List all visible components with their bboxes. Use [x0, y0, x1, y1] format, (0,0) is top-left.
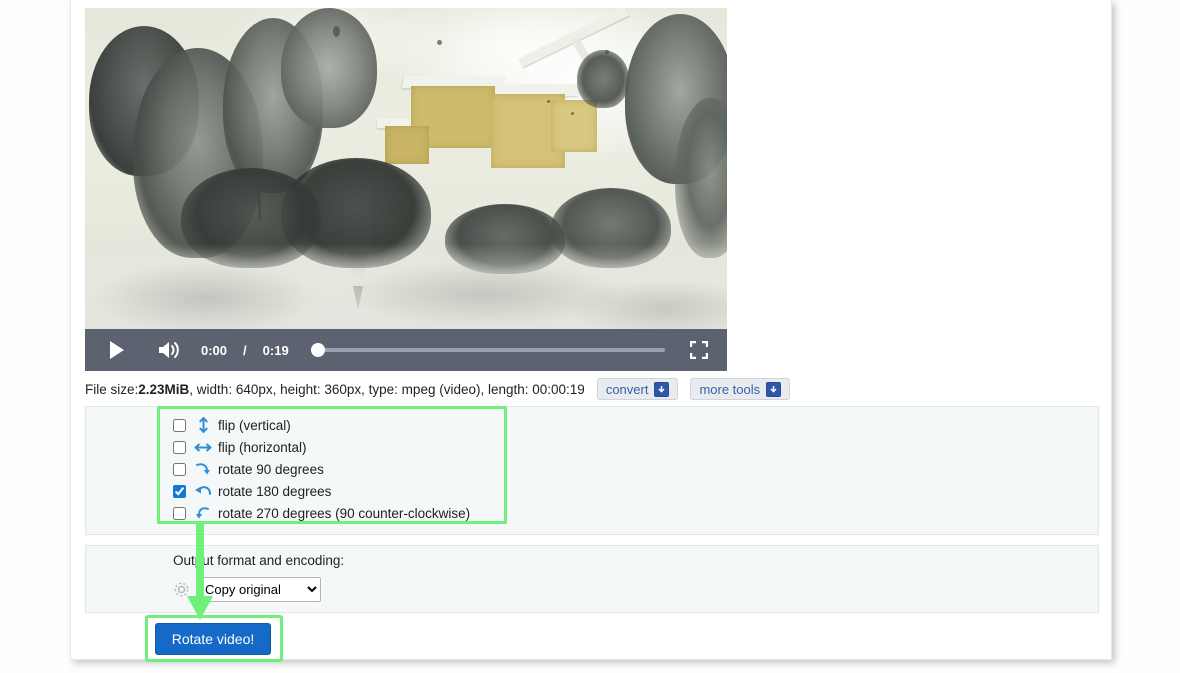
video-controls: 0:00 / 0:19 [85, 329, 727, 371]
seek-slider[interactable] [310, 329, 665, 371]
option-checkbox[interactable] [173, 462, 186, 476]
seek-handle[interactable] [310, 343, 325, 357]
option-label: flip (horizontal) [218, 439, 307, 455]
more-tools-label: more tools [699, 381, 761, 397]
rotate-video-button[interactable]: Rotate video! [155, 623, 271, 655]
rotate-180-icon [192, 484, 214, 498]
file-info-line: File size: 2.23MiB , width: 640px, heigh… [85, 377, 1095, 401]
arrow-left-right-icon [192, 442, 214, 453]
video-building [551, 100, 597, 152]
option-checkbox[interactable] [173, 440, 186, 454]
transform-options-list: flip (vertical) flip (horizontal) rotate… [167, 414, 507, 524]
video-player[interactable]: 0:00 / 0:19 [85, 8, 727, 371]
rotate-90-icon [192, 461, 214, 477]
time-separator: / [243, 342, 247, 358]
download-arrow-icon [766, 381, 782, 397]
download-arrow-icon [654, 381, 670, 397]
file-size-value: 2.23MiB [138, 381, 190, 397]
option-rotate-90[interactable]: rotate 90 degrees [167, 458, 507, 480]
page-root: 0:00 / 0:19 File size: 2.23MiB , width: … [0, 0, 1180, 673]
duration: 0:19 [262, 342, 289, 358]
video-building [385, 126, 429, 164]
option-rotate-180[interactable]: rotate 180 degrees [167, 480, 507, 502]
convert-button[interactable]: convert [596, 378, 679, 400]
file-info-prefix: File size: [85, 381, 139, 397]
arrow-up-down-icon [192, 417, 214, 433]
more-tools-button[interactable]: more tools [690, 378, 791, 400]
output-format-select[interactable]: Copy original [196, 577, 321, 602]
option-label: rotate 90 degrees [218, 461, 324, 477]
convert-label: convert [605, 381, 649, 397]
rotate-270-icon [192, 505, 214, 521]
video-frame [85, 8, 727, 371]
content-card: 0:00 / 0:19 File size: 2.23MiB , width: … [70, 0, 1112, 662]
volume-icon[interactable] [147, 329, 191, 371]
output-format-label: Output format and encoding: [173, 553, 345, 568]
play-icon[interactable] [95, 329, 139, 371]
option-flip-horizontal[interactable]: flip (horizontal) [167, 436, 507, 458]
seek-track [310, 348, 665, 352]
option-checkbox[interactable] [173, 484, 186, 498]
option-rotate-270[interactable]: rotate 270 degrees (90 counter-clockwise… [167, 502, 507, 524]
video-tree [281, 8, 377, 128]
file-info-rest: , width: 640px, height: 360px, type: mpe… [189, 381, 585, 397]
option-label: rotate 270 degrees (90 counter-clockwise… [218, 505, 471, 521]
video-tree [577, 50, 629, 108]
current-time: 0:00 [201, 342, 228, 358]
option-label: rotate 180 degrees [218, 483, 332, 499]
option-checkbox[interactable] [173, 418, 186, 432]
option-flip-vertical[interactable]: flip (vertical) [167, 414, 507, 436]
fullscreen-icon[interactable] [679, 329, 719, 371]
gear-icon [173, 581, 190, 598]
option-checkbox[interactable] [173, 506, 186, 520]
option-label: flip (vertical) [218, 417, 291, 433]
